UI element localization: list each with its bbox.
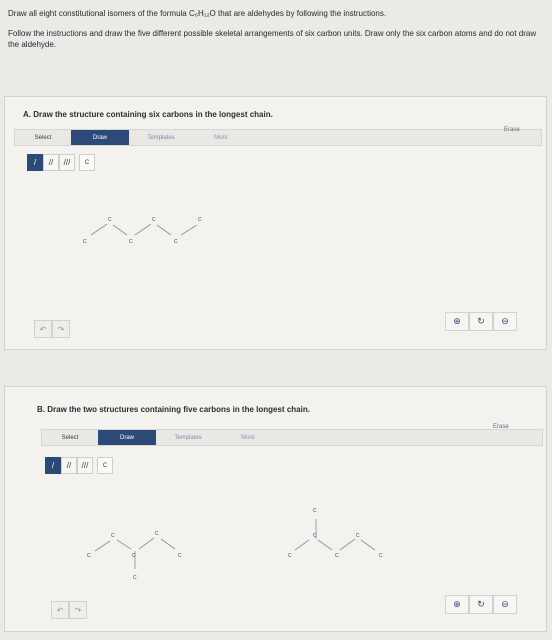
zoom-in-icon[interactable]: ⊕ [445,595,469,614]
redo-icon[interactable]: ↷ [69,601,87,619]
atom-c: C [379,553,383,559]
panel-a: A. Draw the structure containing six car… [4,96,547,350]
atom-c: C [129,239,133,245]
reset-view-icon[interactable]: ↻ [469,312,493,331]
atom-c: C [87,553,91,559]
zoom-out-icon[interactable]: ⊖ [493,595,517,614]
atom-c: C [356,533,360,539]
atom-c: C [152,217,156,223]
atom-c: C [198,217,202,223]
redo-icon[interactable]: ↷ [52,320,70,338]
instructions: Draw all eight constitutional isomers of… [8,8,548,61]
panel-b-zoom-controls: ⊕ ↻ ⊖ [445,595,517,614]
reset-view-icon[interactable]: ↻ [469,595,493,614]
atom-c: C [288,553,292,559]
panel-b-history-controls: ↶ ↷ [51,601,87,619]
atom-c: C [313,508,317,514]
atom-c: C [83,239,87,245]
atom-c: C [313,533,317,539]
instruction-line-2: Follow the instructions and draw the fiv… [8,28,537,50]
instruction-line-1: Draw all eight constitutional isomers of… [8,9,387,18]
atom-c: C [132,553,136,559]
atom-c: C [174,239,178,245]
atom-c: C [155,531,159,537]
molecule-3-methylpentane: C C C C C C [288,508,383,559]
atom-c: C [108,217,112,223]
panel-a-history-controls: ↶ ↷ [34,320,70,338]
atom-c: C [335,553,339,559]
zoom-out-icon[interactable]: ⊖ [493,312,517,331]
atom-c: C [133,575,137,581]
undo-icon[interactable]: ↶ [34,320,52,338]
atom-c: C [178,553,182,559]
molecule-2-methylpentane: C C C C C C [87,531,182,581]
panel-b: B. Draw the two structures containing fi… [4,386,547,632]
atom-c: C [111,533,115,539]
zoom-in-icon[interactable]: ⊕ [445,312,469,331]
undo-icon[interactable]: ↶ [51,601,69,619]
molecule-hexane-chain: C C C C C C [83,217,202,245]
panel-a-zoom-controls: ⊕ ↻ ⊖ [445,312,517,331]
